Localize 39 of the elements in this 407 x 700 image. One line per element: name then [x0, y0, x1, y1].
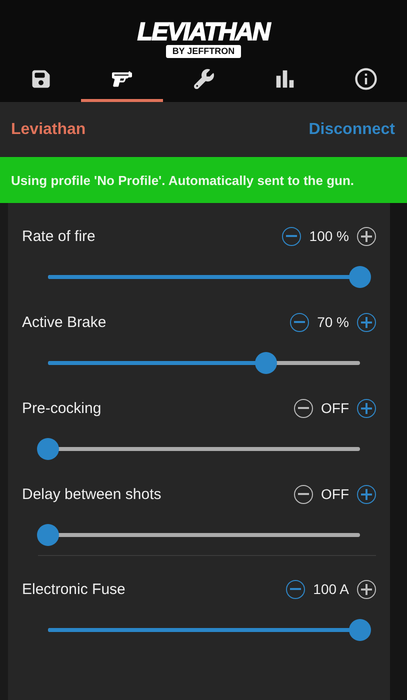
minus-icon — [294, 321, 306, 323]
plus-icon — [361, 402, 372, 414]
plus-button[interactable] — [357, 484, 376, 504]
setting-value: 100 A — [313, 581, 349, 597]
setting-value: OFF — [321, 400, 349, 416]
slider-thumb[interactable] — [349, 266, 371, 288]
pistol-icon — [112, 68, 132, 88]
logo-subtitle: BY JEFFTRON — [166, 45, 241, 58]
setting-value: OFF — [321, 486, 349, 502]
minus-button[interactable] — [286, 580, 306, 598]
minus-icon — [298, 407, 309, 409]
setting-label: Delay between shots — [22, 486, 162, 502]
plus-button[interactable] — [357, 398, 376, 418]
minus-button[interactable] — [282, 226, 302, 246]
setting-label: Pre-cocking — [22, 400, 102, 416]
setting-label: Active Brake — [22, 314, 106, 330]
plus-icon — [361, 584, 372, 594]
plus-button[interactable] — [357, 312, 376, 332]
minus-icon — [298, 493, 309, 495]
logo-title: LEVIATHAN — [137, 19, 270, 45]
setting-value: 100 % — [309, 228, 349, 244]
slider-thumb[interactable] — [255, 352, 278, 374]
minus-icon — [286, 235, 298, 237]
plus-icon — [361, 316, 372, 328]
setting-label: Rate of fire — [22, 228, 96, 244]
slider-thumb[interactable] — [349, 619, 371, 641]
banner-text: Using profile 'No Profile'. Automatically sent to the gun. — [11, 172, 354, 188]
disconnect-link[interactable]: Disconnect — [308, 120, 395, 138]
plus-icon — [361, 488, 372, 500]
setting-label: Electronic Fuse — [22, 580, 126, 598]
slider-thumb[interactable] — [37, 524, 59, 546]
setting-value: 70 % — [317, 314, 349, 330]
minus-icon — [290, 588, 302, 590]
minus-button[interactable] — [290, 312, 310, 332]
wrench-icon — [194, 68, 214, 88]
device-name: Leviathan — [11, 120, 86, 138]
plus-icon — [361, 230, 372, 242]
info-icon — [353, 66, 380, 92]
slider-thumb[interactable] — [37, 438, 59, 460]
